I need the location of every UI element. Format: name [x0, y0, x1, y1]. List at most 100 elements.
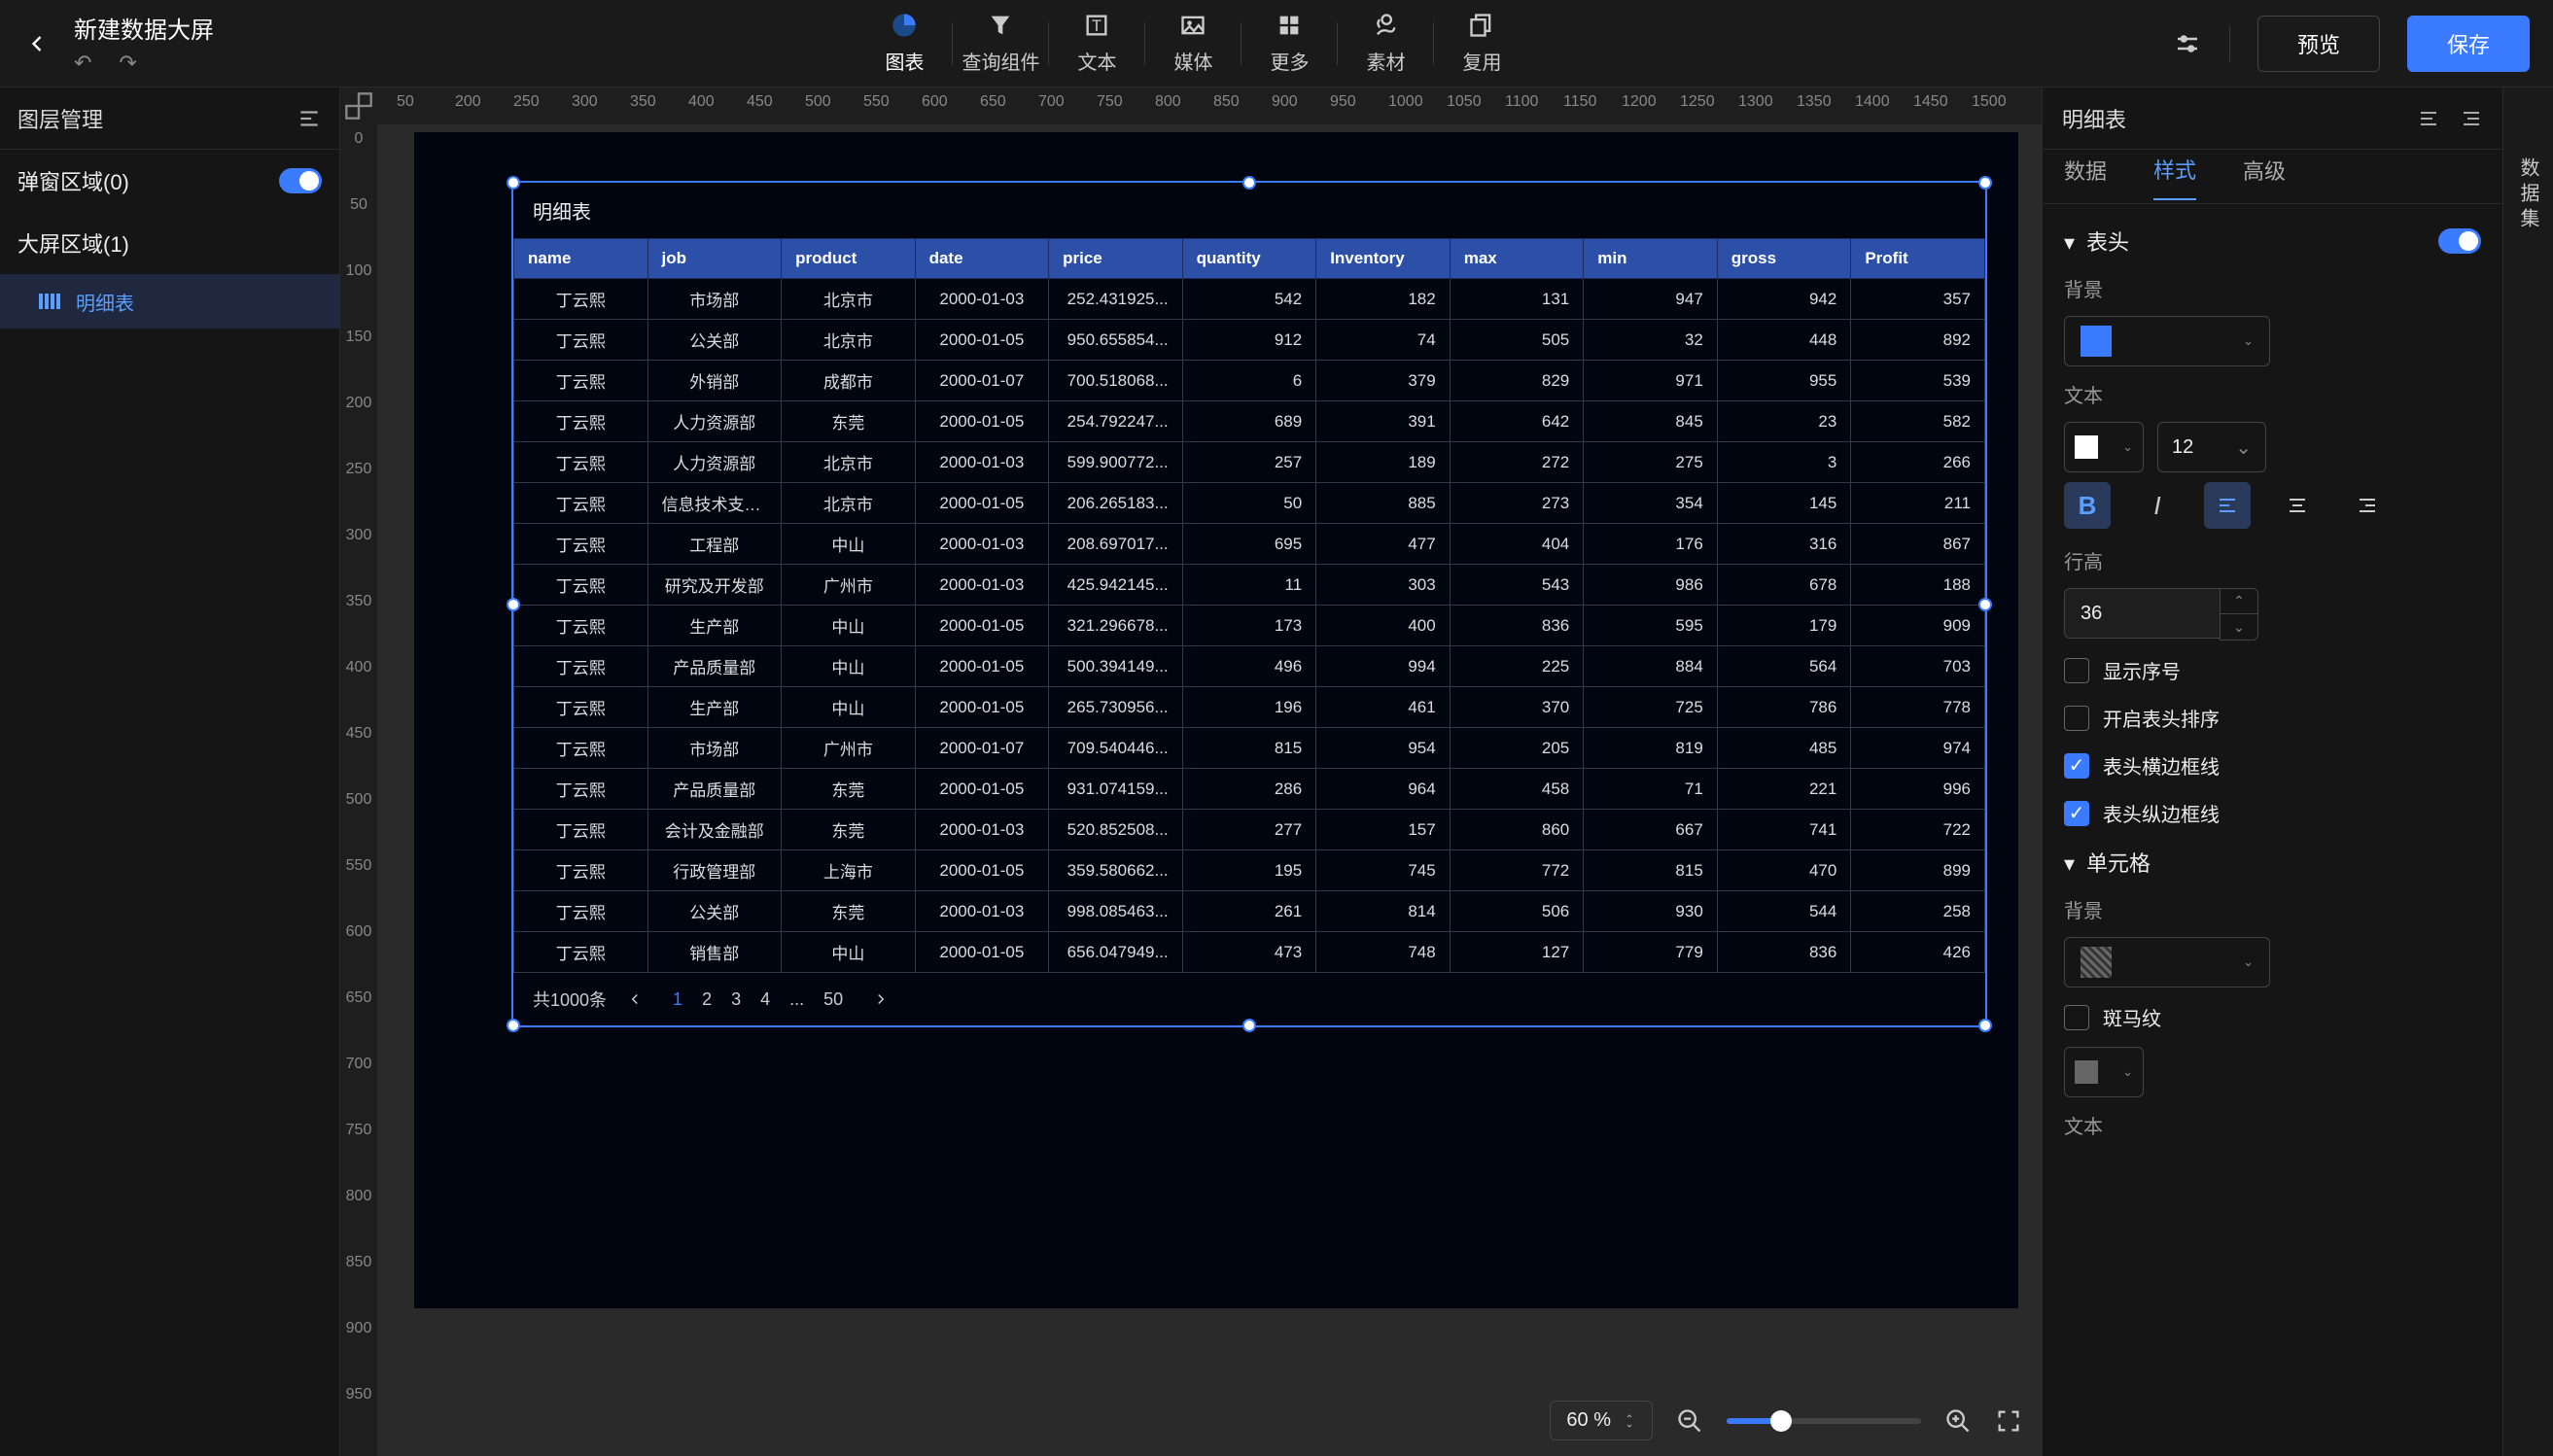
table-row: 丁云熙生产部中山2000-01-05321.296678...173400836…	[514, 606, 1985, 646]
tool-icon: T	[1083, 12, 1110, 39]
table-row: 丁云熙信息技术支持部北京市2000-01-05206.265183...5088…	[514, 483, 1985, 524]
text-color-picker[interactable]: ⌄	[2064, 422, 2144, 472]
chk-zebra[interactable]	[2064, 1005, 2089, 1030]
pager-prev[interactable]	[626, 990, 644, 1008]
table-header[interactable]: name	[514, 239, 648, 279]
undo-button[interactable]: ↶	[74, 51, 91, 76]
table-header[interactable]: quantity	[1182, 239, 1316, 279]
pager-page[interactable]: 1	[673, 989, 682, 1009]
svg-text:T: T	[1092, 17, 1102, 35]
dataset-side-tab[interactable]: 数据集	[2502, 87, 2553, 1456]
chk-show-index[interactable]	[2064, 658, 2089, 683]
tool-icon	[1468, 12, 1495, 39]
zoom-in-icon[interactable]	[1944, 1407, 1972, 1435]
screen-area-row[interactable]: 大屏区域(1)	[0, 212, 339, 274]
bg-label: 背景	[2043, 266, 2502, 310]
doc-block: 新建数据大屏 ↶ ↷	[74, 11, 214, 76]
pager-page[interactable]: ...	[789, 989, 804, 1009]
tool-tab-0[interactable]: 图表	[857, 12, 952, 75]
pager-next[interactable]	[872, 990, 890, 1008]
align-right-button[interactable]	[2344, 482, 2391, 529]
redo-button[interactable]: ↷	[119, 51, 136, 76]
text-label: 文本	[2043, 372, 2502, 416]
header-bg-color-picker[interactable]: ⌄	[2064, 316, 2270, 366]
cell-bg-color-picker[interactable]: ⌄	[2064, 937, 2270, 988]
tool-tab-2[interactable]: T文本	[1049, 12, 1144, 75]
table-row: 丁云熙人力资源部北京市2000-01-03599.900772...257189…	[514, 442, 1985, 483]
pager-page[interactable]: 3	[731, 989, 741, 1009]
right-panel-title: 明细表	[2062, 103, 2126, 134]
pager-total: 共1000条	[533, 987, 607, 1012]
popup-area-row[interactable]: 弹窗区域(0)	[0, 150, 339, 212]
layer-panel-title: 图层管理	[17, 103, 103, 134]
layer-item-detail-table[interactable]: 明细表	[0, 274, 339, 329]
pager-page[interactable]: 4	[760, 989, 770, 1009]
panel-layout-icon-2[interactable]	[2460, 107, 2483, 130]
line-height-input[interactable]	[2064, 588, 2220, 639]
chevron-down-icon: ⌄	[2243, 333, 2254, 349]
text-color-swatch	[2075, 435, 2098, 459]
table-header[interactable]: max	[1450, 239, 1584, 279]
widget-title: 明细表	[513, 183, 1985, 238]
preview-button[interactable]: 预览	[2257, 16, 2380, 72]
header-bg-swatch	[2081, 326, 2112, 357]
zoom-slider[interactable]	[1727, 1418, 1921, 1424]
horizontal-ruler: 5020025030035040045050055060065070075080…	[377, 87, 2042, 124]
section-toggle-tableheader[interactable]	[2438, 228, 2481, 254]
table-row: 丁云熙研究及开发部广州市2000-01-03425.942145...11303…	[514, 565, 1985, 606]
tool-tab-6[interactable]: 复用	[1434, 12, 1529, 75]
tool-tab-4[interactable]: 更多	[1242, 12, 1337, 75]
artboard[interactable]: 明细表 namejobproductdatepricequantityInven…	[414, 132, 2018, 1308]
pager-page[interactable]: 50	[823, 989, 843, 1009]
selected-widget[interactable]: 明细表 namejobproductdatepricequantityInven…	[511, 181, 1987, 1027]
detail-table: namejobproductdatepricequantityInventory…	[513, 238, 1985, 973]
step-up-button[interactable]: ⌃	[2221, 589, 2257, 614]
font-size-picker[interactable]: 12 ⌄	[2157, 422, 2266, 472]
tool-tab-3[interactable]: 媒体	[1145, 12, 1241, 75]
table-header[interactable]: date	[915, 239, 1049, 279]
right-tab-0[interactable]: 数据	[2064, 155, 2107, 199]
italic-button[interactable]: I	[2134, 482, 2181, 529]
collapse-left-icon[interactable]	[297, 106, 322, 131]
section-header-tableheader[interactable]: ▾表头	[2043, 216, 2502, 266]
tool-tab-5[interactable]: 素材	[1338, 12, 1433, 75]
dataset-label: 数据集	[2514, 157, 2542, 233]
section-header-cell[interactable]: ▾单元格	[2043, 837, 2502, 887]
table-header[interactable]: Profit	[1851, 239, 1985, 279]
table-row: 丁云熙会计及金融部东莞2000-01-03520.852508...277157…	[514, 810, 1985, 850]
right-tab-2[interactable]: 高级	[2243, 155, 2286, 199]
zoom-value-box[interactable]: 60 %	[1550, 1401, 1653, 1440]
panel-layout-icon-1[interactable]	[2417, 107, 2440, 130]
zoom-out-icon[interactable]	[1676, 1407, 1703, 1435]
table-header[interactable]: gross	[1717, 239, 1851, 279]
table-header[interactable]: price	[1049, 239, 1183, 279]
settings-icon[interactable]	[2173, 29, 2202, 58]
table-header[interactable]: Inventory	[1316, 239, 1451, 279]
tool-tab-1[interactable]: 查询组件	[953, 12, 1048, 75]
zoom-bar: 60 %	[1550, 1401, 2022, 1440]
cell-bg-swatch	[2081, 947, 2112, 978]
popup-toggle[interactable]	[279, 168, 322, 193]
line-height-stepper: ⌃ ⌄	[2064, 588, 2481, 641]
align-center-button[interactable]	[2274, 482, 2321, 529]
zebra-color-picker[interactable]: ⌄	[2064, 1047, 2144, 1097]
pager-page[interactable]: 2	[702, 989, 712, 1009]
right-tab-1[interactable]: 样式	[2153, 154, 2196, 200]
chk-h-border[interactable]: ✓	[2064, 753, 2089, 779]
line-height-label: 行高	[2043, 538, 2502, 582]
stage[interactable]: 明细表 namejobproductdatepricequantityInven…	[377, 124, 2042, 1456]
tool-tabs: 图表查询组件T文本媒体更多素材复用	[857, 12, 1529, 75]
bold-button[interactable]: B	[2064, 482, 2111, 529]
step-down-button[interactable]: ⌄	[2221, 614, 2257, 640]
table-header[interactable]: product	[782, 239, 916, 279]
save-button[interactable]: 保存	[2407, 16, 2530, 72]
table-header[interactable]: min	[1584, 239, 1718, 279]
left-panel: 图层管理 弹窗区域(0) 大屏区域(1) 明细表	[0, 87, 340, 1456]
chk-v-border[interactable]: ✓	[2064, 801, 2089, 826]
table-header[interactable]: job	[647, 239, 782, 279]
fullscreen-icon[interactable]	[1995, 1407, 2022, 1435]
back-button[interactable]	[23, 30, 51, 57]
chk-enable-sort[interactable]	[2064, 706, 2089, 731]
right-panel-tabs: 数据 样式 高级	[2043, 150, 2502, 204]
align-left-button[interactable]	[2204, 482, 2251, 529]
